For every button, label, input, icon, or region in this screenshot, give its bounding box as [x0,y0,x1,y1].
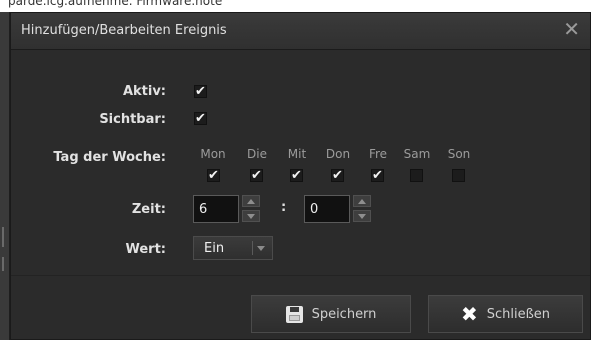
value-select[interactable]: Ein [193,236,273,260]
arrow-down-icon [247,213,255,219]
day-checkbox-don[interactable]: ✔ [331,169,344,182]
floppy-disk-icon [285,305,303,323]
arrow-up-icon [358,198,366,204]
chevron-down-icon [257,246,265,251]
checkmark-icon: ✔ [291,168,302,183]
x-icon: ✖ [460,302,478,326]
checkmark-icon: ✔ [195,84,206,99]
time-separator: : [281,200,287,215]
close-button-label: Schließen [486,306,551,322]
hours-decrement-button[interactable] [242,210,260,222]
day-checkbox-mon[interactable]: ✔ [207,169,220,182]
day-checkbox-son[interactable] [452,169,465,182]
dialog-title: Hinzufügen/Bearbeiten Ereignis [21,23,227,38]
value-label: Wert: [125,242,166,257]
select-divider [252,241,253,255]
time-label: Zeit: [131,202,166,217]
day-label-mon: Mon [200,147,226,161]
save-button[interactable]: Speichern [251,295,411,333]
day-checkbox-die[interactable]: ✔ [250,169,263,182]
active-checkbox[interactable]: ✔ [194,85,207,98]
checkmark-icon: ✔ [208,168,219,183]
edge-mark [2,257,4,271]
checkmark-icon: ✔ [251,168,262,183]
day-label-son: Son [447,147,471,161]
footer-divider [11,275,590,276]
weekday-label: Tag der Woche: [53,150,166,165]
day-label-sam: Sam [403,147,431,161]
day-label-fre: Fre [368,147,388,161]
save-button-label: Speichern [311,306,377,322]
day-label-mit: Mit [287,147,307,161]
day-checkbox-fre[interactable]: ✔ [371,169,384,182]
day-label-die: Die [247,147,267,161]
hours-input[interactable]: 6 [193,195,239,223]
close-button[interactable]: ✖ Schließen [428,295,583,333]
day-label-don: Don [325,147,351,161]
arrow-up-icon [247,198,255,204]
checkmark-icon: ✔ [332,168,343,183]
checkmark-icon: ✔ [372,168,383,183]
active-label: Aktiv: [122,84,166,99]
value-select-text: Ein [204,241,225,256]
background-window-edge [0,12,10,340]
day-checkbox-sam[interactable] [410,169,423,182]
background-window-strip: parde.lcg.aufnehme. Firmware.note [0,0,591,12]
minutes-increment-button[interactable] [353,195,371,207]
minutes-input[interactable]: 0 [304,195,350,223]
hours-increment-button[interactable] [242,195,260,207]
checkmark-icon: ✔ [195,111,206,126]
visible-checkbox[interactable]: ✔ [194,112,207,125]
minutes-decrement-button[interactable] [353,210,371,222]
visible-label: Sichtbar: [99,112,166,127]
event-dialog: Hinzufügen/Bearbeiten Ereignis ✕ Aktiv: … [10,12,591,340]
edge-mark [2,227,4,247]
arrow-down-icon [358,213,366,219]
background-window-text: parde.lcg.aufnehme. Firmware.note [8,0,223,8]
close-icon[interactable]: ✕ [563,19,580,39]
dialog-title-bar[interactable]: Hinzufügen/Bearbeiten Ereignis ✕ [11,13,590,50]
day-checkbox-mit[interactable]: ✔ [290,169,303,182]
